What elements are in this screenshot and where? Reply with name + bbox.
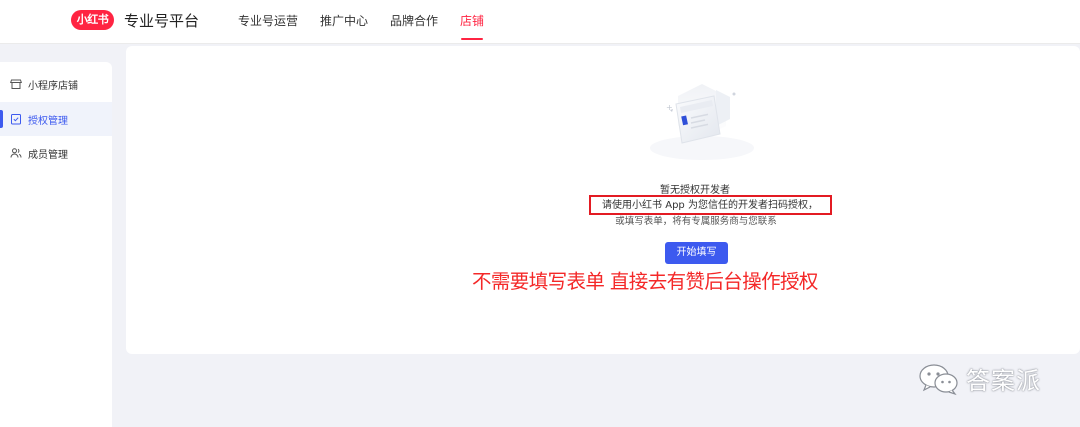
- sidebar-item-members[interactable]: 成员管理: [0, 136, 112, 170]
- members-icon: [10, 147, 22, 159]
- annotation-text: 不需要填写表单 直接去有赞后台操作授权: [472, 270, 818, 293]
- nav-tab-promotion-center[interactable]: 推广中心: [320, 0, 368, 44]
- xiaohongshu-logo[interactable]: 小红书: [71, 10, 114, 30]
- sidebar-item-label: 小程序店铺: [28, 80, 78, 92]
- store-icon: [10, 78, 22, 90]
- wechat-icon: [918, 362, 960, 396]
- sidebar: 小程序店铺 授权管理 成员管理: [0, 62, 112, 427]
- platform-title: 专业号平台: [124, 12, 200, 30]
- sidebar-item-authorization[interactable]: 授权管理: [0, 102, 112, 136]
- start-filling-button[interactable]: 开始填写: [665, 242, 728, 264]
- empty-state-illustration: +: [646, 80, 758, 162]
- empty-state-description-line-2: 或填写表单，将有专属服务商与您联系: [615, 216, 777, 227]
- nav-tab-brand-cooperation[interactable]: 品牌合作: [390, 0, 438, 44]
- sidebar-item-label: 成员管理: [28, 149, 68, 161]
- watermark: 答案派: [918, 361, 1041, 396]
- nav-tab-professional-operation[interactable]: 专业号运营: [238, 0, 298, 44]
- nav-tab-store[interactable]: 店铺: [460, 0, 484, 44]
- sidebar-item-mini-program-store[interactable]: 小程序店铺: [0, 67, 112, 101]
- watermark-text: 答案派: [966, 367, 1041, 395]
- svg-text:+: +: [666, 103, 673, 112]
- sidebar-item-label: 授权管理: [28, 115, 68, 127]
- highlight-annotation-box: [589, 195, 832, 215]
- top-navigation-bar: 小红书 专业号平台 专业号运营 推广中心 品牌合作 店铺: [0, 0, 1080, 44]
- authorization-icon: [10, 113, 22, 125]
- main-nav: 专业号运营 推广中心 品牌合作 店铺: [238, 0, 506, 44]
